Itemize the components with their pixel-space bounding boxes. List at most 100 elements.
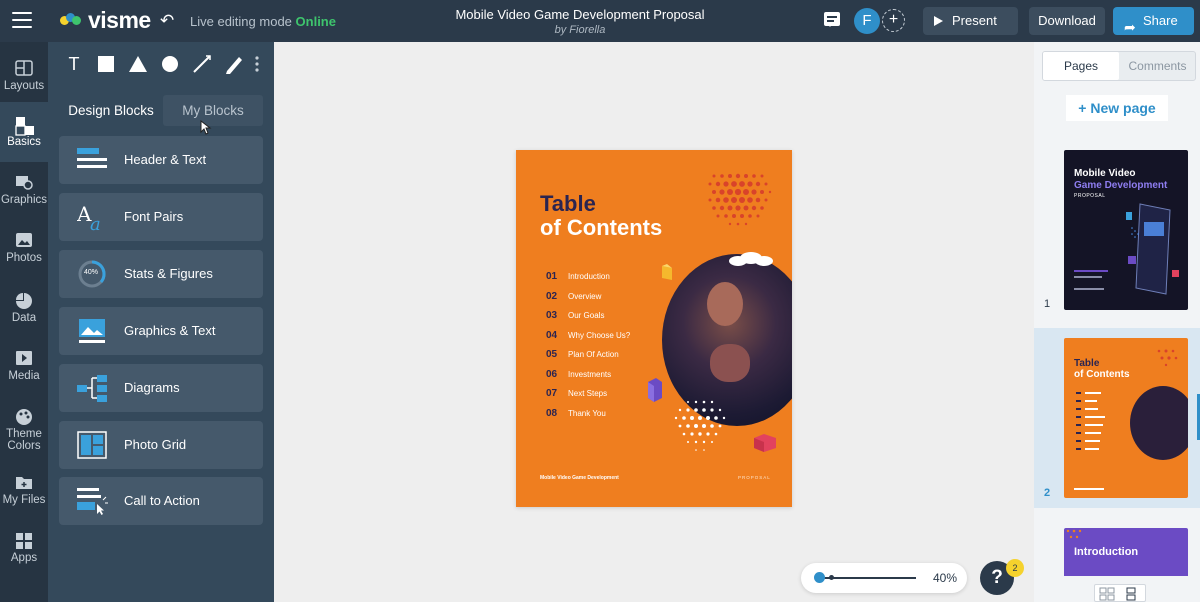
block-graphics-text[interactable]: Graphics & Text [59, 307, 263, 355]
pen-tool-icon[interactable] [218, 50, 250, 78]
line-tool-icon[interactable] [186, 50, 218, 78]
cube-decoration-yellow [662, 264, 672, 280]
rail-item-graphics[interactable]: Graphics [0, 160, 48, 216]
basics-icon [15, 116, 34, 136]
toc-label: Our Goals [568, 311, 605, 321]
page-thumbnail-2[interactable]: Table of Contents [1064, 338, 1188, 498]
help-notification-badge: 2 [1006, 559, 1024, 577]
white-dots-decoration [674, 400, 726, 451]
toc-item[interactable]: 01 Introduction [546, 267, 630, 287]
block-label: Graphics & Text [124, 323, 216, 338]
page-number-1: 1 [1044, 298, 1051, 310]
slide-footer-title[interactable]: Mobile Video Game Development [540, 475, 619, 481]
toc-number: 03 [546, 310, 558, 322]
thumb1-tag: PROPOSAL [1074, 193, 1106, 199]
toc-item[interactable]: 08 Thank You [546, 404, 630, 424]
document-title[interactable]: Mobile Video Game Development Proposal [430, 7, 730, 22]
rail-item-theme-colors[interactable]: Theme Colors [0, 394, 48, 460]
block-diagrams[interactable]: Diagrams [59, 364, 263, 412]
left-rail: Layouts Basics Graphics Photos Data Medi… [0, 42, 48, 602]
tab-comments[interactable]: Comments [1119, 52, 1196, 80]
apps-icon [15, 532, 33, 549]
block-stats-figures[interactable]: 40% Stats & Figures [59, 250, 263, 298]
page-thumbnail-1[interactable]: Mobile Video Game Development PROPOSAL [1064, 150, 1188, 310]
blocks-tabs: Design Blocks My Blocks [59, 95, 263, 126]
diagram-icon [77, 375, 107, 402]
rail-item-basics[interactable]: Basics [0, 102, 48, 162]
photo-grid-icon [77, 431, 107, 459]
toc-item[interactable]: 06 Investments [546, 365, 630, 385]
rail-label: My Files [2, 494, 46, 506]
slide-title[interactable]: Table of Contents [540, 192, 662, 240]
toc-list: 01 Introduction 02 Overview 03 Our Goals 04… [546, 267, 630, 423]
rail-item-data[interactable]: Data [0, 278, 48, 334]
slide-footer-tag[interactable]: PROPOSAL [738, 475, 771, 480]
thumb2-footer [1074, 488, 1104, 490]
comments-icon[interactable] [824, 12, 840, 27]
view-toggle [1094, 584, 1146, 602]
rail-label: Apps [10, 552, 38, 564]
toc-item[interactable]: 04 Why Choose Us? [546, 326, 630, 346]
present-label: Present [952, 13, 997, 28]
top-bar: visme ↶ Live editing mode Online Mobile … [0, 0, 1200, 42]
rail-label: Graphics [0, 194, 48, 206]
thumb1-phone-illustration [1126, 203, 1179, 295]
toc-number: 04 [546, 329, 558, 341]
tab-my-blocks[interactable]: My Blocks [163, 95, 263, 126]
tab-design-blocks[interactable]: Design Blocks [59, 95, 163, 126]
rail-item-layouts[interactable]: Layouts [0, 46, 48, 102]
thumb2-title-1: Table [1074, 358, 1100, 369]
page-number-2: 2 [1044, 487, 1051, 499]
toc-item[interactable]: 05 Plan Of Action [546, 345, 630, 365]
menu-icon[interactable] [12, 12, 32, 28]
rail-label: Data [11, 312, 37, 324]
header-text-icon [77, 148, 107, 168]
rail-item-my-files[interactable]: My Files [0, 460, 48, 516]
rail-item-media[interactable]: Media [0, 336, 48, 392]
download-button[interactable]: Download [1029, 7, 1105, 35]
triangle-tool-icon[interactable] [122, 50, 154, 78]
rectangle-tool-icon[interactable] [90, 50, 122, 78]
block-photo-grid[interactable]: Photo Grid [59, 421, 263, 469]
list-view-icon[interactable] [1125, 587, 1137, 601]
toc-item[interactable]: 03 Our Goals [546, 306, 630, 326]
visme-logo[interactable]: visme [60, 7, 151, 33]
zoom-slider-handle[interactable] [814, 572, 825, 583]
text-tool-icon[interactable]: T [58, 50, 90, 78]
block-call-to-action[interactable]: Call to Action [59, 477, 263, 525]
logo-mark-icon [60, 13, 86, 27]
tab-pages[interactable]: Pages [1043, 52, 1119, 80]
present-button[interactable]: Present [923, 7, 1018, 35]
block-label: Call to Action [124, 493, 200, 508]
stats-badge: 40% [84, 269, 99, 276]
toc-label: Plan Of Action [568, 350, 619, 360]
add-collaborator-icon[interactable]: + [882, 9, 905, 32]
toc-number: 08 [546, 407, 558, 419]
mouse-cursor-icon [200, 120, 212, 135]
photo-face [707, 282, 743, 326]
rail-item-photos[interactable]: Photos [0, 218, 48, 274]
zoom-level[interactable]: 40% [933, 571, 957, 585]
rail-item-apps[interactable]: Apps [0, 518, 48, 574]
thumb1-title: Mobile Video [1074, 168, 1136, 179]
avatar[interactable]: F [854, 8, 880, 34]
block-header-text[interactable]: Header & Text [59, 136, 263, 184]
toc-label: Investments [568, 369, 612, 379]
toc-item[interactable]: 02 Overview [546, 287, 630, 307]
live-status: Online [295, 14, 336, 29]
circle-tool-icon[interactable] [154, 50, 186, 78]
toc-label: Overview [568, 291, 602, 301]
rail-label: Photos [6, 252, 42, 264]
toc-number: 05 [546, 349, 558, 361]
block-font-pairs[interactable]: Aa Font Pairs [59, 193, 263, 241]
more-tools-icon[interactable] [250, 50, 264, 78]
slide-table-of-contents[interactable]: Table of Contents 01 Introduction 02 Overv… [516, 150, 792, 507]
cloud-decoration [729, 252, 773, 266]
thumb1-line [1074, 276, 1102, 278]
toc-item[interactable]: 07 Next Steps [546, 384, 630, 404]
undo-icon[interactable]: ↶ [160, 11, 174, 31]
new-page-button[interactable]: + New page [1066, 95, 1168, 121]
block-label: Font Pairs [124, 209, 184, 224]
share-button[interactable]: ➦ Share [1113, 7, 1194, 35]
grid-view-icon[interactable] [1099, 587, 1115, 601]
